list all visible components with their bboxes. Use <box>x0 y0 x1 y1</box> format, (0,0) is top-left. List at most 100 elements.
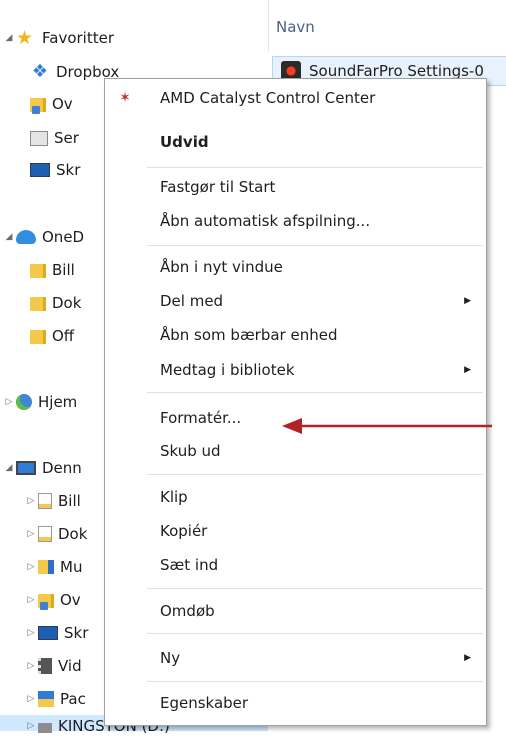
usb-drive-icon <box>38 723 52 733</box>
folder-icon <box>30 264 46 278</box>
desktop-icon <box>38 626 58 640</box>
menu-item-label: Egenskaber <box>160 694 249 712</box>
nav-item-desktop[interactable]: Skr <box>0 157 80 183</box>
menu-item-label: Udvid <box>160 133 209 151</box>
menu-item-label: Fastgør til Start <box>160 178 276 196</box>
downloads-folder-icon <box>30 98 46 114</box>
collapsed-arrow-icon[interactable]: ▷ <box>4 397 14 407</box>
collapsed-arrow-icon[interactable]: ▷ <box>26 496 36 506</box>
menu-item-eject[interactable]: Skub ud <box>106 436 485 466</box>
menu-item-amd-catalyst[interactable]: ✶ AMD Catalyst Control Center <box>106 83 485 113</box>
menu-separator <box>147 588 483 589</box>
menu-item-format[interactable]: Formatér... <box>106 403 485 433</box>
nav-label: Hjem <box>38 393 78 411</box>
nav-item-pictures-pc[interactable]: ▷ Bill <box>0 488 81 514</box>
menu-item-label: Kopiér <box>160 522 208 540</box>
nav-item-documents[interactable]: Dok <box>0 290 81 316</box>
nav-this-pc[interactable]: ◢ Denn <box>0 455 82 481</box>
menu-item-open-portable[interactable]: Åbn som bærbar enhed <box>106 320 485 350</box>
nav-label: Bill <box>58 492 81 510</box>
menu-item-autoplay[interactable]: Åbn automatisk afspilning... <box>106 206 485 236</box>
recent-places-icon <box>30 130 48 146</box>
nav-label: Ov <box>60 591 81 609</box>
collapsed-arrow-icon[interactable]: ▷ <box>26 628 36 638</box>
videos-folder-icon <box>38 658 52 674</box>
nav-label: Denn <box>42 459 82 477</box>
homegroup-icon <box>16 394 32 410</box>
nav-item-videos[interactable]: ▷ Vid <box>0 653 82 679</box>
nav-label: OneD <box>42 228 85 246</box>
menu-separator <box>147 167 483 168</box>
collapsed-arrow-icon[interactable]: ▷ <box>26 661 36 671</box>
collapsed-arrow-icon[interactable]: ▷ <box>26 694 36 704</box>
nav-label: Bill <box>52 261 75 279</box>
drive-icon <box>38 691 54 707</box>
menu-separator <box>147 474 483 475</box>
collapsed-arrow-icon[interactable]: ▷ <box>26 562 36 572</box>
nav-item-recent[interactable]: Ser <box>0 125 79 151</box>
nav-favorites[interactable]: ◢ ★ Favoritter <box>0 25 114 51</box>
submenu-arrow-icon: ▶ <box>464 653 471 663</box>
nav-label: Dok <box>58 525 88 543</box>
nav-item-office[interactable]: Off <box>0 323 74 349</box>
menu-item-paste[interactable]: Sæt ind <box>106 550 485 580</box>
column-header-name[interactable]: Navn <box>276 18 315 36</box>
nav-item-desktop-pc[interactable]: ▷ Skr <box>0 620 89 646</box>
menu-item-label: Åbn som bærbar enhed <box>160 326 338 344</box>
menu-item-expand[interactable]: Udvid <box>106 127 485 157</box>
nav-item-downloads[interactable]: Ov <box>0 91 73 117</box>
nav-label: Vid <box>58 657 82 675</box>
collapsed-arrow-icon[interactable]: ▷ <box>26 595 36 605</box>
menu-item-label: Sæt ind <box>160 556 219 574</box>
downloads-folder-icon <box>38 594 54 610</box>
menu-item-label: Skub ud <box>160 442 221 460</box>
nav-item-dropbox[interactable]: ❖ Dropbox <box>0 59 119 85</box>
menu-item-properties[interactable]: Egenskaber <box>106 688 485 718</box>
menu-separator <box>147 392 483 393</box>
menu-item-pin-to-start[interactable]: Fastgør til Start <box>106 172 485 202</box>
expanded-arrow-icon[interactable]: ◢ <box>4 33 14 43</box>
nav-label: Ser <box>54 129 79 147</box>
nav-item-downloads-pc[interactable]: ▷ Ov <box>0 587 81 613</box>
context-menu: ✶ AMD Catalyst Control Center Udvid Fast… <box>104 78 487 726</box>
star-icon: ★ <box>16 27 34 49</box>
expanded-arrow-icon[interactable]: ◢ <box>4 463 14 473</box>
collapsed-arrow-icon[interactable]: ▷ <box>26 529 36 539</box>
nav-label: Ov <box>52 95 73 113</box>
nav-homegroup[interactable]: ▷ Hjem <box>0 389 78 415</box>
nav-label: Off <box>52 327 75 345</box>
expanded-arrow-icon[interactable]: ◢ <box>4 232 14 242</box>
nav-item-music[interactable]: ▷ Mu <box>0 554 83 580</box>
menu-item-include-library[interactable]: Medtag i bibliotek ▶ <box>106 355 485 385</box>
nav-label: Skr <box>56 161 81 179</box>
menu-separator <box>147 681 483 682</box>
pictures-library-icon <box>38 493 52 509</box>
computer-icon <box>16 461 36 475</box>
folder-icon <box>30 297 46 311</box>
menu-item-new[interactable]: Ny ▶ <box>106 643 485 673</box>
menu-item-copy[interactable]: Kopiér <box>106 516 485 546</box>
menu-item-label: Åbn i nyt vindue <box>160 258 283 276</box>
folder-icon <box>30 330 46 344</box>
nav-label: Pac <box>60 690 86 708</box>
menu-item-open-new-window[interactable]: Åbn i nyt vindue <box>106 252 485 282</box>
menu-item-label: Åbn automatisk afspilning... <box>160 212 371 230</box>
nav-label: Skr <box>64 624 89 642</box>
documents-library-icon <box>38 526 52 542</box>
submenu-arrow-icon: ▶ <box>464 296 471 306</box>
menu-separator <box>147 245 483 246</box>
menu-item-label: AMD Catalyst Control Center <box>160 89 376 107</box>
menu-item-share-with[interactable]: Del med ▶ <box>106 286 485 316</box>
menu-item-label: Medtag i bibliotek <box>160 361 295 379</box>
menu-item-cut[interactable]: Klip <box>106 482 485 512</box>
dropbox-icon: ❖ <box>31 61 49 82</box>
onedrive-cloud-icon <box>16 230 36 244</box>
menu-item-label: Formatér... <box>160 409 242 427</box>
nav-item-documents-pc[interactable]: ▷ Dok <box>0 521 88 547</box>
nav-onedrive[interactable]: ◢ OneD <box>0 224 85 250</box>
menu-separator <box>147 633 483 634</box>
collapsed-arrow-icon[interactable]: ▷ <box>26 721 36 731</box>
nav-item-packard[interactable]: ▷ Pac <box>0 686 86 712</box>
menu-item-rename[interactable]: Omdøb <box>106 596 485 626</box>
nav-item-pictures[interactable]: Bill <box>0 257 75 283</box>
